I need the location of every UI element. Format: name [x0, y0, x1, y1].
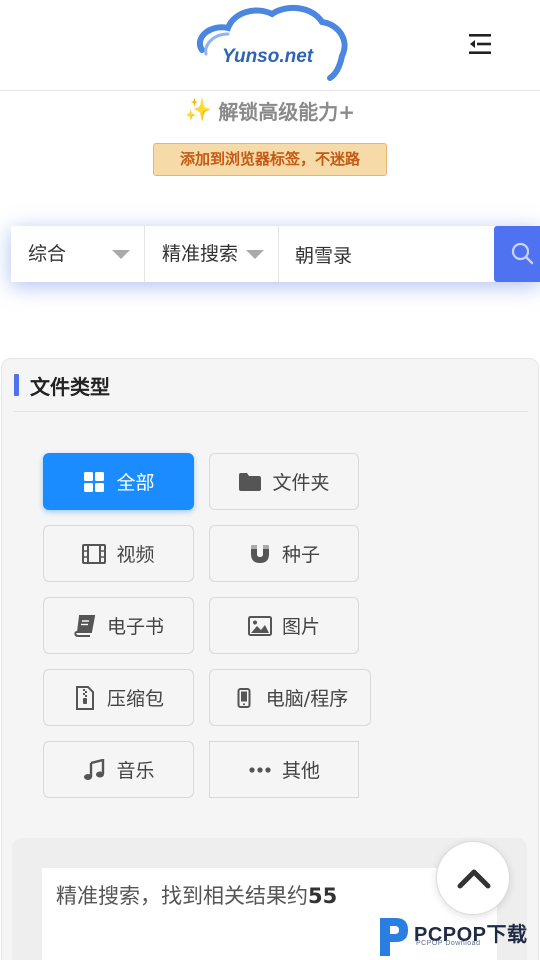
unlock-text: 解锁高级能力+ [218, 100, 356, 124]
back-to-top-button[interactable] [436, 841, 510, 915]
scope-select-value: 综合 [28, 243, 67, 265]
title-accent-bar [14, 374, 19, 396]
divider [14, 411, 528, 412]
filter-label: 视频 [116, 544, 155, 566]
watermark-sub: PCPOP Download [416, 940, 481, 947]
filter-all[interactable]: 全部 [43, 453, 194, 510]
filter-software[interactable]: 电脑/程序 [209, 669, 371, 726]
results-summary-text: 精准搜索，找到相关结果约 [56, 884, 308, 908]
more-dots-icon [248, 758, 272, 782]
mobile-icon [232, 686, 256, 710]
search-button[interactable] [494, 226, 540, 282]
filter-label: 种子 [281, 544, 320, 566]
caret-down-icon [246, 250, 264, 259]
filter-label: 音乐 [116, 760, 155, 782]
app-header: Yunso.net [0, 0, 540, 91]
cloud-logo-icon [197, 4, 348, 81]
filter-archive[interactable]: 压缩包 [43, 669, 194, 726]
film-icon [82, 542, 107, 566]
filter-label: 其他 [281, 760, 320, 782]
promo-area: ✨ 解锁高级能力+ 添加到浏览器标签，不迷路 [0, 96, 540, 176]
results-count: 55 [308, 884, 338, 908]
filter-other[interactable]: 其他 [209, 741, 359, 798]
pcpop-logo-icon [380, 918, 408, 956]
logo-text: Yunso.net [222, 46, 314, 67]
filter-image[interactable]: 图片 [209, 597, 359, 654]
mode-select-value: 精准搜索 [162, 243, 239, 265]
mode-select[interactable]: 精准搜索 [145, 226, 279, 282]
magnet-icon [248, 542, 272, 566]
image-icon [247, 614, 272, 638]
search-icon [511, 242, 534, 265]
filter-label: 文件夹 [272, 472, 330, 494]
filter-folder[interactable]: 文件夹 [209, 453, 359, 510]
site-logo[interactable]: Yunso.net [190, 2, 352, 84]
book-icon [73, 614, 97, 638]
menu-fold-icon [469, 34, 491, 54]
filter-torrent[interactable]: 种子 [209, 525, 359, 582]
sparkle-icon: ✨ [184, 98, 213, 123]
grid-icon [82, 470, 106, 494]
scope-select[interactable]: 综合 [11, 226, 145, 282]
folder-icon [238, 470, 262, 494]
zip-file-icon [73, 685, 97, 710]
filter-label: 电子书 [106, 616, 164, 638]
filter-ebook[interactable]: 电子书 [43, 597, 194, 654]
results-summary: 精准搜索，找到相关结果约55 [56, 880, 337, 910]
filter-music[interactable]: 音乐 [43, 741, 194, 798]
filter-label: 全部 [116, 472, 155, 494]
filter-label: 电脑/程序 [265, 688, 349, 710]
chevron-up-icon [457, 869, 491, 889]
filter-label: 压缩包 [106, 688, 164, 710]
watermark: PCPOP下载 PCPOP Download [372, 908, 540, 960]
menu-toggle-button[interactable] [466, 30, 494, 58]
filter-label: 图片 [281, 616, 320, 638]
file-type-title: 文件类型 [30, 375, 110, 399]
caret-down-icon [112, 250, 130, 259]
unlock-premium-link[interactable]: ✨ 解锁高级能力+ [185, 96, 355, 125]
search-bar: 综合 精准搜索 [11, 226, 540, 282]
filter-video[interactable]: 视频 [43, 525, 194, 582]
add-bookmark-banner[interactable]: 添加到浏览器标签，不迷路 [153, 143, 387, 176]
music-icon [82, 758, 106, 782]
search-input[interactable] [279, 226, 494, 282]
